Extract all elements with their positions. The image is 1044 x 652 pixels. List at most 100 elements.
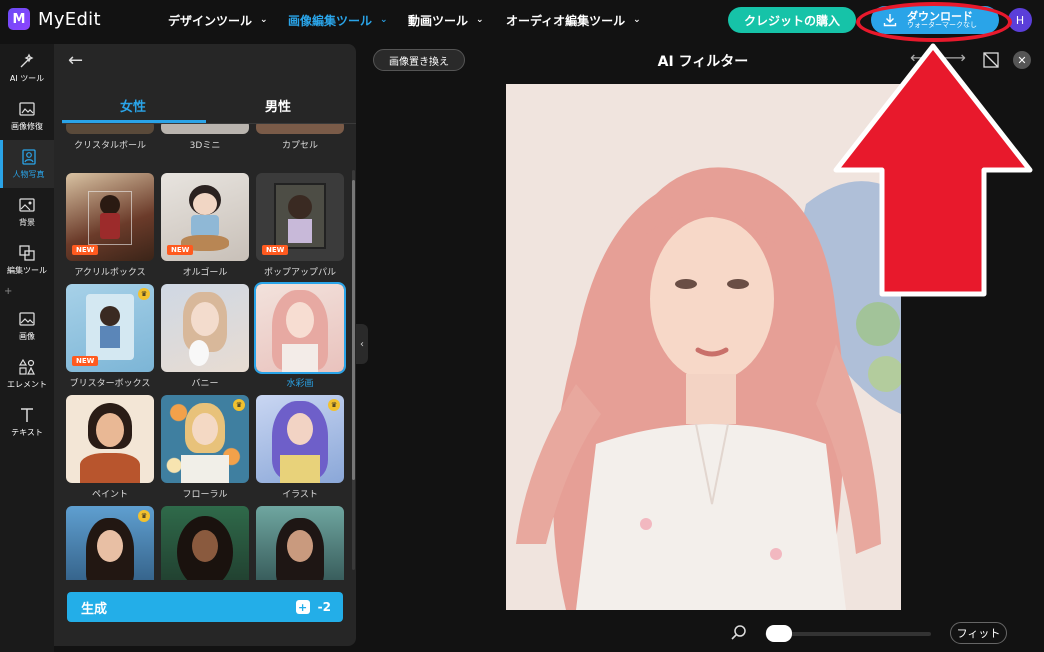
style-label: オルゴール [182,268,228,278]
style-card-paint[interactable]: ペイント [66,395,154,500]
premium-crown-icon: ♛ [328,399,340,411]
zoom-search-icon[interactable] [731,624,747,644]
style-card[interactable]: カプセル [256,124,344,151]
style-thumbnail [161,124,249,134]
back-arrow-icon[interactable]: ← [68,50,83,71]
style-card-music-box[interactable]: NEW オルゴール [161,173,249,278]
style-grid: クリスタルボール 3Dミニ カプセル NEW アクリルボックス NEW オルゴー… [60,124,350,580]
style-label: イラスト [282,490,318,500]
sidebar-item-edit-tools[interactable]: 編集ツール [0,236,54,284]
style-card-bunny[interactable]: バニー [161,284,249,389]
sidebar-item-background[interactable]: 背景 [0,188,54,236]
style-card-illustration[interactable]: ♛ イラスト [256,395,344,500]
sidebar-item-label: 画像 [19,332,35,341]
elements-icon [18,358,35,375]
active-tab-indicator [62,120,206,123]
sidebar-item-label: AI ツール [9,74,45,83]
style-label: ブリスターボックス [69,379,151,389]
left-toolbar: AI ツール 画像修復 人物写真 背景 編集ツール + 画像 エレメント テキス… [0,44,54,652]
style-card[interactable]: ♛ [66,506,154,580]
premium-crown-icon: ♛ [233,399,245,411]
tab-male[interactable]: 男性 [265,96,291,115]
chevron-down-icon: ⌄ [260,15,268,25]
premium-crown-icon: ♛ [138,510,150,522]
annotation-oval [856,2,1012,42]
nav-design-tools[interactable]: デザインツール ⌄ [168,0,268,40]
nav-audio-tools[interactable]: オーディオ編集ツール ⌄ [506,0,641,40]
image-icon [19,312,35,326]
buy-credits-button[interactable]: クレジットの購入 [728,7,856,33]
credit-cost: + -2 [295,600,331,614]
chevron-down-icon: ⌄ [380,15,388,25]
style-thumbnail [161,506,249,580]
nav-label: 動画ツール [408,13,469,28]
chevron-down-icon: ⌄ [633,15,641,25]
new-badge: NEW [72,356,99,366]
app-name: MyEdit [38,8,101,30]
sidebar-item-ai-tools[interactable]: AI ツール [0,44,54,92]
style-card-floral[interactable]: ♛ フローラル [161,395,249,500]
style-thumbnail [254,282,346,374]
style-thumbnail: ♛ [161,395,249,483]
style-thumbnail: ♛ [66,506,154,580]
style-thumbnail: NEW [256,173,344,261]
plus-icon: + [4,286,13,297]
generate-label: 生成 [81,601,108,617]
style-label: カプセル [281,141,318,151]
app-logo[interactable]: M MyEdit [8,8,101,30]
credit-cost-value: -2 [317,600,331,614]
style-label: 水彩画 [286,379,314,389]
style-card[interactable]: クリスタルボール [66,124,154,151]
style-thumbnail [256,124,344,134]
style-card-blister-box[interactable]: ♛ NEW ブリスターボックス [66,284,154,389]
sidebar-item-portrait[interactable]: 人物写真 [0,140,54,188]
new-badge: NEW [262,245,289,255]
nav-label: オーディオ編集ツール [506,13,626,28]
sidebar-item-elements[interactable]: エレメント [0,350,54,398]
collapse-panel-icon[interactable]: ‹ [356,324,368,364]
background-icon [19,198,35,212]
replace-image-button[interactable]: 画像置き換え [373,49,465,71]
style-card[interactable]: 3Dミニ [161,124,249,151]
sidebar-item-label: テキスト [11,428,43,437]
page-title: AI フィルター [657,54,749,70]
style-label: フローラル [182,490,228,500]
premium-crown-icon: ♛ [138,288,150,300]
style-card-watercolor[interactable]: 水彩画 [254,282,346,389]
magic-wand-icon [20,53,34,68]
sidebar-item-label: 編集ツール [7,266,47,275]
style-thumbnail [256,506,344,580]
sidebar-item-text[interactable]: テキスト [0,398,54,446]
sidebar-item-image[interactable]: 画像 [0,302,54,350]
filter-panel: ← 女性 男性 クリスタルボール 3Dミニ カプセル NEW アクリルボックス [54,44,356,646]
style-card[interactable] [256,506,344,580]
style-thumbnail: NEW [66,173,154,261]
generate-button[interactable]: 生成 + -2 [67,592,343,622]
panel-scrollbar[interactable] [352,180,355,480]
style-card[interactable] [161,506,249,580]
sidebar-item-label: 画像修復 [11,122,43,131]
new-badge: NEW [167,245,194,255]
style-label: バニー [191,379,219,389]
style-label: ペイント [91,490,128,500]
style-label: クリスタルボール [73,141,146,151]
nav-label: デザインツール [168,13,253,28]
credit-icon: + [295,600,310,614]
zoom-slider-knob[interactable] [766,625,792,642]
tab-female[interactable]: 女性 [120,96,146,115]
text-icon [21,408,33,422]
annotation-arrow-icon [833,43,1033,297]
edit-tools-icon [19,245,35,261]
nav-video-tools[interactable]: 動画ツール ⌄ [408,0,484,40]
style-thumbnail: ♛ [256,395,344,483]
chevron-down-icon: ⌄ [476,15,484,25]
nav-image-edit-tools[interactable]: 画像編集ツール ⌄ [288,0,388,40]
style-thumbnail [66,124,154,134]
fit-button[interactable]: フィット [950,622,1007,644]
sidebar-item-image-repair[interactable]: 画像修復 [0,92,54,140]
sidebar-item-label: エレメント [7,380,47,389]
style-card-pop-up-pal[interactable]: NEW ポップアップパル [256,173,344,278]
new-badge: NEW [72,245,99,255]
style-card-acrylic-box[interactable]: NEW アクリルボックス [66,173,154,278]
style-label: 3Dミニ [189,141,221,151]
